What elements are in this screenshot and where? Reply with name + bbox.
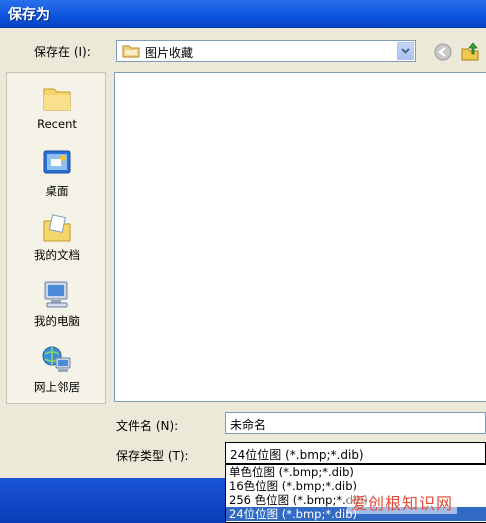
filetype-label: 保存类型 (T): <box>116 449 189 463</box>
place-label: 我的电脑 <box>34 314 80 328</box>
save-in-combo[interactable]: 图片收藏 <box>116 40 416 62</box>
place-label: Recent <box>37 117 77 131</box>
folder-icon <box>122 45 140 58</box>
filename-input[interactable]: 未命名 <box>225 412 486 434</box>
title-bar: 保存为 <box>0 0 486 28</box>
up-folder-icon[interactable] <box>460 41 480 61</box>
chevron-down-icon <box>401 48 410 54</box>
file-list-area[interactable] <box>114 72 486 402</box>
desktop-icon <box>43 150 71 174</box>
place-label: 桌面 <box>45 184 69 198</box>
window-title: 保存为 <box>8 7 50 23</box>
filetype-select[interactable]: 24位位图 (*.bmp;*.dib) <box>225 442 486 464</box>
place-network[interactable]: 网上邻居 <box>7 345 107 395</box>
save-in-label: 保存在 (I): <box>34 45 91 59</box>
save-in-dropdown-button[interactable] <box>397 42 414 60</box>
my-computer-icon <box>44 281 68 308</box>
filename-label: 文件名 (N): <box>116 419 179 433</box>
save-in-value: 图片收藏 <box>145 46 194 60</box>
place-my-computer[interactable]: 我的电脑 <box>7 279 107 329</box>
place-label: 我的文档 <box>34 248 80 262</box>
network-icon <box>42 346 71 372</box>
place-desktop[interactable]: 桌面 <box>7 149 107 199</box>
my-documents-icon <box>43 214 71 242</box>
place-my-documents[interactable]: 我的文档 <box>7 213 107 263</box>
back-icon[interactable] <box>434 43 452 61</box>
recent-folder-icon <box>43 88 71 111</box>
place-recent[interactable]: Recent <box>7 83 107 131</box>
filetype-option[interactable]: 单色位图 (*.bmp;*.dib) <box>226 465 486 479</box>
place-label: 网上邻居 <box>34 380 80 394</box>
watermark: 爱创根知识网 <box>347 490 458 514</box>
places-bar: Recent 桌面 我的文档 我的电脑 网上邻居 <box>6 72 106 404</box>
